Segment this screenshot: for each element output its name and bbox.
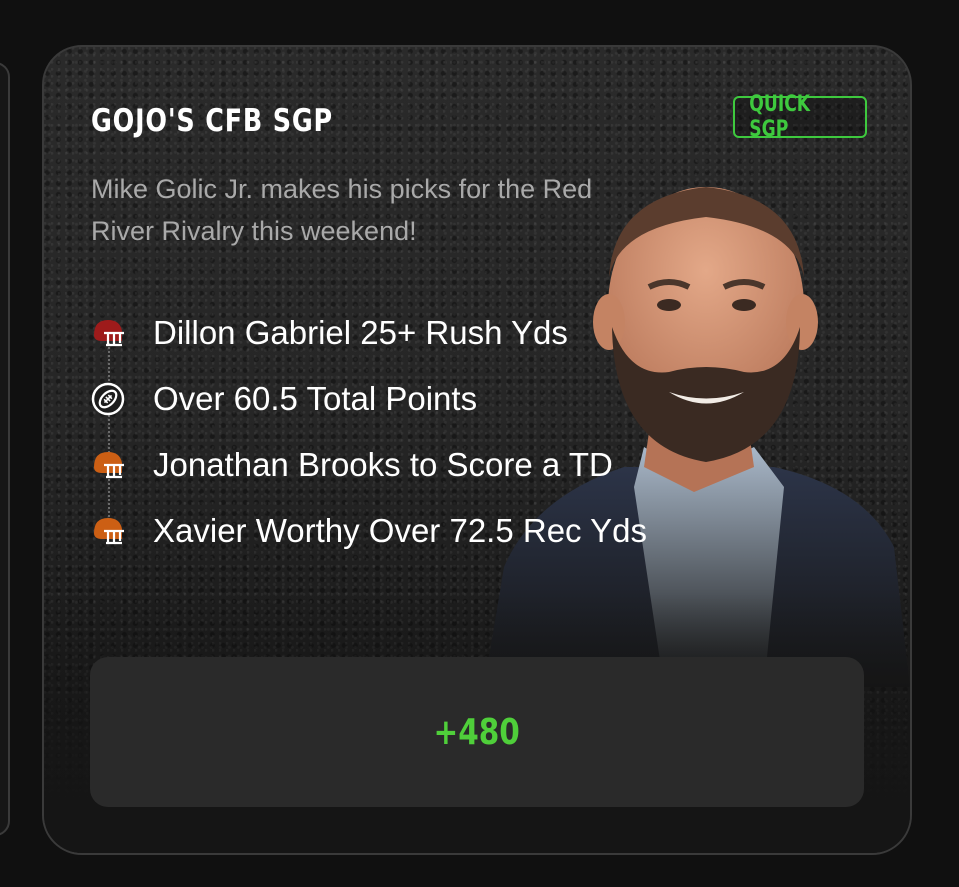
list-item: Over 60.5 Total Points	[88, 366, 768, 432]
leg-label: Dillon Gabriel 25+ Rush Yds	[153, 314, 568, 351]
legs-connector-line	[108, 336, 110, 532]
card-subtitle: Mike Golic Jr. makes his picks for the R…	[91, 174, 593, 246]
helmet-icon	[88, 313, 128, 353]
list-item: Xavier Worthy Over 72.5 Rec Yds	[88, 498, 768, 564]
leg-label: Over 60.5 Total Points	[153, 380, 478, 417]
leg-label: Xavier Worthy Over 72.5 Rec Yds	[153, 512, 647, 549]
card-title: GOJO'S CFB SGP	[91, 103, 334, 139]
list-item: Dillon Gabriel 25+ Rush Yds	[88, 300, 768, 366]
list-item: Jonathan Brooks to Score a TD	[88, 432, 768, 498]
quick-sgp-badge: QUICK SGP	[733, 92, 867, 142]
sgp-legs-list: Dillon Gabriel 25+ Rush Yds Over 60.5 To…	[88, 300, 768, 564]
sgp-card[interactable]: GOJO'S CFB SGP QUICK SGP Mike Golic Jr. …	[42, 45, 912, 855]
helmet-icon	[88, 511, 128, 551]
odds-value: +480	[433, 711, 521, 753]
football-icon	[88, 379, 128, 419]
badge-label: QUICK SGP	[749, 92, 811, 142]
leg-label: Jonathan Brooks to Score a TD	[153, 446, 613, 483]
odds-button[interactable]: +480	[90, 657, 864, 807]
previous-card-edge[interactable]	[0, 62, 10, 836]
helmet-icon	[88, 445, 128, 485]
